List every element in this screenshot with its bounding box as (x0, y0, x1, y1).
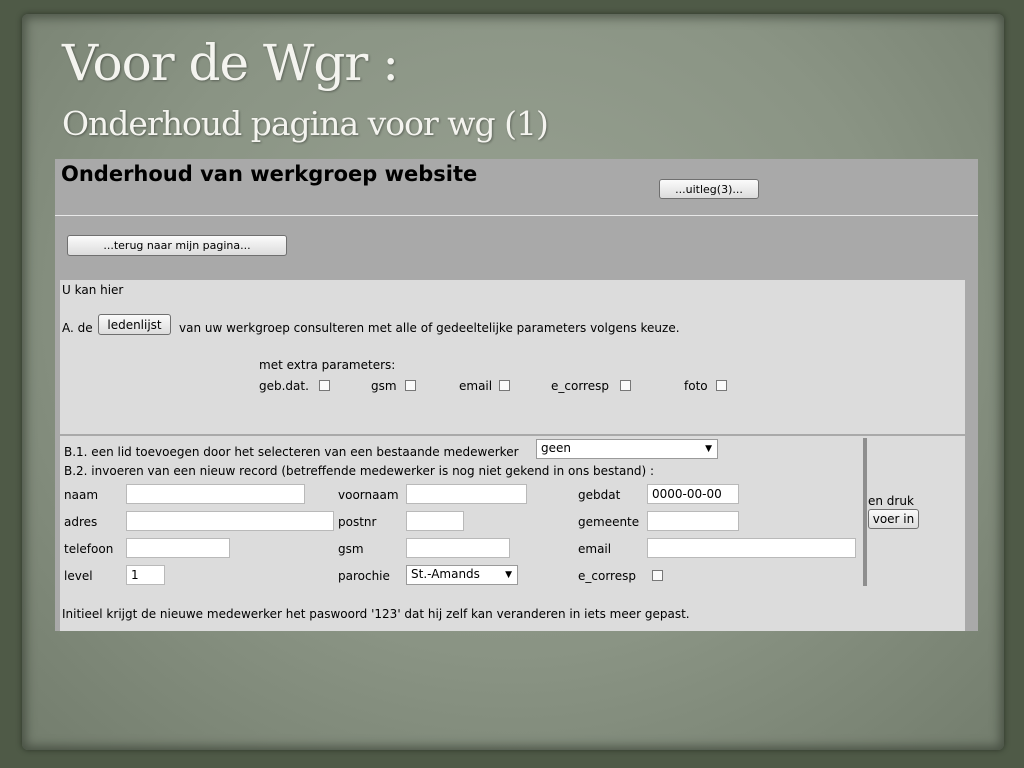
chevron-down-icon: ▼ (505, 570, 512, 580)
ledenlijst-button[interactable]: ledenlijst (98, 314, 171, 335)
label-gemeente: gemeente (578, 515, 640, 529)
vertical-divider (863, 438, 867, 586)
header-divider (55, 215, 978, 216)
param-checkbox-gebdat[interactable] (319, 380, 330, 391)
label-gebdat: gebdat (578, 488, 621, 502)
email-input[interactable] (647, 538, 856, 558)
label-email: email (578, 542, 612, 556)
level-input[interactable]: 1 (126, 565, 165, 585)
label-e-corresp: e_corresp (578, 569, 636, 583)
voornaam-input[interactable] (406, 484, 527, 504)
b2-text: B.2. invoeren van een nieuw record (betr… (64, 464, 655, 478)
parochie-select[interactable]: St.-Amands ▼ (406, 565, 518, 585)
param-label-gebdat: geb.dat. (259, 379, 309, 393)
param-checkbox-foto[interactable] (716, 380, 727, 391)
param-label-e-corresp: e_corresp (551, 379, 609, 393)
param-checkbox-gsm[interactable] (405, 380, 416, 391)
label-voornaam: voornaam (338, 488, 399, 502)
label-adres: adres (64, 515, 98, 529)
gemeente-input[interactable] (647, 511, 739, 531)
param-label-foto: foto (684, 379, 708, 393)
existing-member-select-value: geen (541, 441, 571, 455)
param-checkbox-email[interactable] (499, 380, 510, 391)
label-gsm: gsm (338, 542, 364, 556)
slide-title: Voor de Wgr : (62, 34, 399, 92)
e-corresp-checkbox[interactable] (652, 570, 663, 581)
section-a-panel: U kan hier A. de ledenlijst van uw werkg… (60, 280, 965, 434)
adres-input[interactable] (126, 511, 334, 531)
slide-subtitle: Onderhoud pagina voor wg (1) (62, 104, 549, 143)
param-label-email: email (459, 379, 493, 393)
intro-text: U kan hier (62, 283, 124, 297)
parochie-select-value: St.-Amands (411, 567, 480, 581)
chevron-down-icon: ▼ (705, 444, 712, 454)
password-note: Initieel krijgt de nieuwe medewerker het… (62, 607, 690, 621)
section-a-suffix: van uw werkgroep consulteren met alle of… (179, 321, 680, 335)
gsm-input[interactable] (406, 538, 510, 558)
label-naam: naam (64, 488, 99, 502)
existing-member-select[interactable]: geen ▼ (536, 439, 718, 459)
param-label-gsm: gsm (371, 379, 397, 393)
label-telefoon: telefoon (64, 542, 114, 556)
en-druk-text: en druk (868, 494, 914, 508)
uitleg-button[interactable]: ...uitleg(3)... (659, 179, 759, 199)
label-postnr: postnr (338, 515, 377, 529)
label-parochie: parochie (338, 569, 390, 583)
back-to-my-page-button[interactable]: ...terug naar mijn pagina... (67, 235, 287, 256)
section-a-prefix: A. de (62, 321, 93, 335)
voer-in-button[interactable]: voer in (868, 509, 919, 529)
page-heading: Onderhoud van werkgroep website (61, 162, 478, 186)
label-level: level (64, 569, 93, 583)
b1-text: B.1. een lid toevoegen door het selecter… (64, 445, 519, 459)
naam-input[interactable] (126, 484, 305, 504)
section-b-panel: B.1. een lid toevoegen door het selecter… (60, 436, 965, 631)
postnr-input[interactable] (406, 511, 464, 531)
param-checkbox-e-corresp[interactable] (620, 380, 631, 391)
extra-parameters-label: met extra parameters: (259, 358, 396, 372)
telefoon-input[interactable] (126, 538, 230, 558)
gebdat-input[interactable]: 0000-00-00 (647, 484, 739, 504)
screenshot-panel: Onderhoud van werkgroep website ...uitle… (55, 159, 978, 631)
